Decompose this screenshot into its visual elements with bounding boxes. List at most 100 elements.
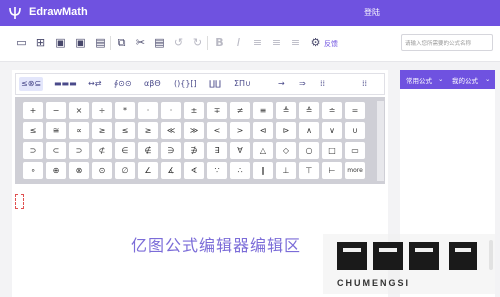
symbol-button[interactable]: *	[115, 102, 135, 119]
tab-brackets[interactable]: (){}[]	[174, 77, 197, 91]
symbol-button[interactable]: ×	[69, 102, 89, 119]
symbol-button[interactable]: ·	[138, 102, 158, 119]
symbol-button[interactable]: ⊗	[69, 162, 89, 179]
symbol-button[interactable]: ≐	[322, 102, 342, 119]
tab-fractions[interactable]: ∐∐	[209, 77, 221, 91]
align-right-icon[interactable]: ≡	[288, 35, 303, 50]
tab-grid[interactable]: ⁞⁞	[362, 77, 367, 91]
symbol-button[interactable]: ⊃	[69, 142, 89, 159]
app-name: EdrawMath	[29, 6, 88, 18]
symbol-button[interactable]: □	[322, 142, 342, 159]
symbol-button[interactable]: ·	[161, 102, 181, 119]
symbol-button[interactable]: ⊃	[23, 142, 43, 159]
align-center-icon[interactable]: ≡	[269, 35, 284, 50]
formula-search-input[interactable]: 请输入您所需要的公式名称	[401, 34, 493, 51]
settings-gear-icon[interactable]: ⚙	[308, 35, 323, 50]
symbol-button[interactable]: ≅	[46, 122, 66, 139]
save-icon[interactable]: ▣	[53, 35, 68, 50]
paste-icon[interactable]: ▤	[152, 35, 167, 50]
symbol-button[interactable]: ∢	[184, 162, 204, 179]
undo-icon[interactable]: ↺	[171, 35, 186, 50]
symbol-button[interactable]: ∅	[115, 162, 135, 179]
feedback-link[interactable]: 反馈	[324, 39, 338, 49]
symbol-button[interactable]: ∴	[230, 162, 250, 179]
symbol-button[interactable]: ≪	[161, 122, 181, 139]
editor-watermark: 亿图公式编辑器编辑区	[131, 236, 302, 255]
symbol-button[interactable]: ∥	[253, 162, 273, 179]
new-file-icon[interactable]: ⊞	[33, 35, 48, 50]
symbol-button[interactable]: <	[207, 122, 227, 139]
symbol-button[interactable]: ⊲	[253, 122, 273, 139]
symbol-button[interactable]: △	[253, 142, 273, 159]
symbol-button[interactable]: ∌	[184, 142, 204, 159]
symbol-button[interactable]: −	[46, 102, 66, 119]
symbol-button[interactable]: ⊤	[299, 162, 319, 179]
symbol-button[interactable]: ∈	[115, 142, 135, 159]
cut-icon[interactable]: ✂	[133, 35, 148, 50]
symbol-button[interactable]: ∉	[138, 142, 158, 159]
symbol-button[interactable]: ≙	[299, 102, 319, 119]
save-as-icon[interactable]: ▣	[73, 35, 88, 50]
symbol-button[interactable]: ∝	[69, 122, 89, 139]
tab-labeled-arrows[interactable]: →	[278, 77, 285, 91]
symbol-button[interactable]: ±	[184, 102, 204, 119]
symbol-button[interactable]: ⊙	[92, 162, 112, 179]
symbol-button[interactable]: ≥	[138, 122, 158, 139]
input-placeholder-box[interactable]	[15, 194, 24, 209]
symbol-button[interactable]: ≤	[23, 122, 43, 139]
export-icon[interactable]: ▤	[93, 35, 108, 50]
symbol-button[interactable]: ≠	[230, 102, 250, 119]
symbol-button[interactable]: ∨	[322, 122, 342, 139]
brand-logo-icon	[337, 242, 477, 270]
tab-sums[interactable]: ΣΠ∪	[234, 77, 251, 91]
tab-common-formulas[interactable]: 常用公式	[406, 75, 432, 85]
symbol-button[interactable]: ⊕	[46, 162, 66, 179]
italic-icon[interactable]: I	[231, 35, 246, 50]
symbol-button[interactable]: ○	[299, 142, 319, 159]
copy-icon[interactable]: ⧉	[114, 35, 129, 50]
symbol-button[interactable]: ▭	[345, 142, 365, 159]
tab-implications[interactable]: ⇒	[299, 77, 306, 91]
symbol-button[interactable]: ⊂	[46, 142, 66, 159]
palette-scrollbar[interactable]	[377, 101, 384, 181]
symbol-button[interactable]: ÷	[92, 102, 112, 119]
symbol-button[interactable]: ∓	[207, 102, 227, 119]
symbol-button[interactable]: ∀	[230, 142, 250, 159]
symbol-button[interactable]: ⊢	[322, 162, 342, 179]
bold-icon[interactable]: B	[212, 35, 227, 50]
toolbar-divider	[110, 36, 111, 50]
symbol-button[interactable]: ∧	[299, 122, 319, 139]
login-link[interactable]: 登陆	[364, 7, 380, 18]
tab-arrows[interactable]: ↔⇄	[88, 77, 101, 91]
tab-my-formulas[interactable]: 我的公式	[452, 75, 478, 85]
symbol-button[interactable]: ∠	[138, 162, 158, 179]
align-left-icon[interactable]: ≡	[250, 35, 265, 50]
tab-operators[interactable]: ∮⊙⊙	[114, 77, 132, 91]
tab-matrices[interactable]: ⁞⁞	[320, 77, 325, 91]
chevron-down-icon: ⌄	[485, 75, 491, 83]
symbol-button[interactable]: >	[230, 122, 250, 139]
tab-templates[interactable]: ▬▬▬	[54, 77, 77, 91]
symbol-button[interactable]: ⊄	[92, 142, 112, 159]
symbol-button[interactable]: ∃	[207, 142, 227, 159]
symbol-button[interactable]: ◇	[276, 142, 296, 159]
symbol-button[interactable]: =	[345, 102, 365, 119]
tab-relations[interactable]: ≤⊗⊆	[19, 77, 44, 91]
symbol-button[interactable]: ≤	[115, 122, 135, 139]
symbol-button[interactable]: ⊥	[276, 162, 296, 179]
symbol-button[interactable]: ≫	[184, 122, 204, 139]
redo-icon[interactable]: ↻	[190, 35, 205, 50]
symbol-button[interactable]: ⊳	[276, 122, 296, 139]
symbol-button[interactable]: ≡	[253, 102, 273, 119]
symbol-button[interactable]: ≥	[92, 122, 112, 139]
symbol-button[interactable]: +	[23, 102, 43, 119]
symbol-button[interactable]: ∋	[161, 142, 181, 159]
symbol-button[interactable]: ≜	[276, 102, 296, 119]
symbol-button[interactable]: ∡	[161, 162, 181, 179]
symbol-button[interactable]: ∘	[23, 162, 43, 179]
tab-greek[interactable]: αβΘ	[144, 77, 161, 91]
more-symbols-button[interactable]: more	[345, 162, 365, 179]
symbol-button[interactable]: ∵	[207, 162, 227, 179]
symbol-button[interactable]: ∪	[345, 122, 365, 139]
open-folder-icon[interactable]: ▭	[14, 35, 29, 50]
